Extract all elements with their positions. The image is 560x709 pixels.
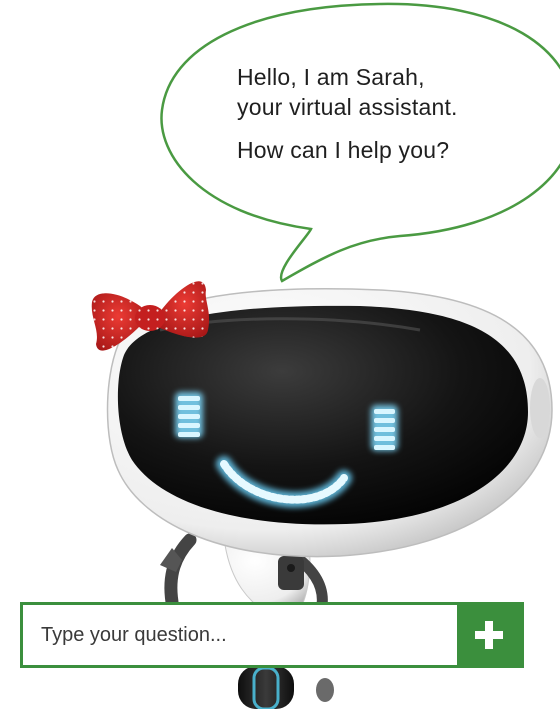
greeting-line-2: your virtual assistant.	[237, 94, 458, 120]
robot-wheel	[238, 666, 334, 709]
plus-icon	[475, 621, 503, 649]
question-input[interactable]	[23, 605, 457, 665]
send-button[interactable]	[457, 605, 521, 665]
speech-bubble-text: Hello, I am Sarah, your virtual assistan…	[237, 62, 537, 165]
greeting-line-1: Hello, I am Sarah,	[237, 64, 425, 90]
assistant-widget: Hello, I am Sarah, your virtual assistan…	[0, 0, 560, 709]
help-question: How can I help you?	[237, 137, 450, 163]
chat-input-bar	[20, 602, 524, 668]
